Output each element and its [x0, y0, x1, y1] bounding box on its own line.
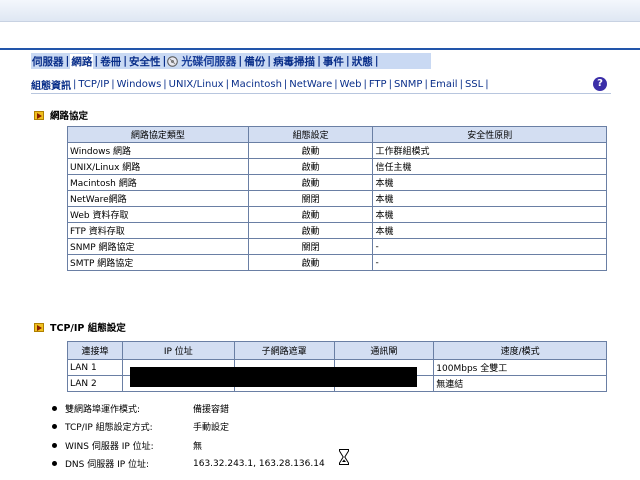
- protocol-config: 關閉: [247, 190, 374, 207]
- redacted-network-values: [130, 367, 417, 387]
- protocol-name: Windows 網路: [67, 142, 249, 159]
- column-header: 速度/模式: [433, 341, 607, 360]
- table-row: UNIX/Linux 網路 啟動 信任主機: [67, 158, 607, 175]
- column-header: 安全性原則: [372, 126, 607, 143]
- tab-virus-scan[interactable]: 病毒掃描: [272, 54, 316, 69]
- speed-mode: 100Mbps 全雙工: [433, 359, 607, 376]
- list-item: DNS 伺服器 IP 位址: 163.32.243.1, 163.28.136.1…: [52, 455, 325, 474]
- detail-label: WINS 伺服器 IP 位址:: [65, 441, 154, 452]
- subtab-macintosh[interactable]: Macintosh: [231, 79, 282, 90]
- tab-server[interactable]: 伺服器: [31, 54, 65, 69]
- header-divider: [0, 48, 640, 50]
- subtab-config-info[interactable]: 組態資訊: [31, 77, 71, 92]
- protocol-config: 啟動: [247, 174, 374, 191]
- table-header-row: 網路協定類型 組態設定 安全性原則: [67, 126, 607, 143]
- table-header-row: 連接埠 IP 位址 子網路遮罩 通訊閘 速度/模式: [67, 341, 607, 360]
- protocol-security: 工作群組模式: [372, 142, 607, 159]
- detail-value: 手動設定: [193, 423, 230, 434]
- arrow-bullet-icon: [34, 322, 44, 332]
- subtab-ftp[interactable]: FTP: [369, 79, 387, 90]
- tcpip-section-title: TCP/IP 組態設定: [50, 323, 126, 334]
- protocol-name: NetWare網路: [67, 190, 249, 207]
- protocol-security: 本機: [372, 222, 607, 239]
- browser-toolbar-band: [0, 0, 640, 22]
- protocol-security: -: [372, 254, 607, 271]
- protocol-config: 啟動: [247, 158, 374, 175]
- protocol-security: 本機: [372, 206, 607, 223]
- protocols-section-title: 網路協定: [50, 111, 89, 122]
- protocol-config: 啟動: [247, 206, 374, 223]
- tab-status[interactable]: 狀態: [351, 54, 374, 69]
- table-row: FTP 資料存取 啟動 本機: [67, 222, 607, 239]
- tab-disc-server[interactable]: 光碟伺服器: [180, 53, 237, 69]
- port-name: LAN 2: [67, 375, 123, 392]
- detail-label: DNS 伺服器 IP 位址:: [65, 460, 150, 471]
- protocol-name: FTP 資料存取: [67, 222, 249, 239]
- column-header: 網路協定類型: [67, 126, 249, 143]
- subtab-snmp[interactable]: SNMP: [394, 79, 423, 90]
- protocol-security: -: [372, 238, 607, 255]
- protocols-table: 網路協定類型 組態設定 安全性原則 Windows 網路 啟動 工作群組模式 U…: [67, 126, 607, 271]
- subtab-ssl[interactable]: SSL: [465, 79, 483, 90]
- subtab-windows[interactable]: Windows: [117, 79, 162, 90]
- detail-label: 雙網路埠運作模式:: [65, 404, 141, 415]
- protocol-config: 啟動: [247, 254, 374, 271]
- column-header: 連接埠: [67, 341, 123, 360]
- protocol-config: 啟動: [247, 142, 374, 159]
- column-header: 組態設定: [247, 126, 374, 143]
- protocol-config: 關閉: [247, 238, 374, 255]
- list-item: 雙網路埠運作模式: 備援容錯: [52, 399, 325, 418]
- detail-value: 無: [193, 441, 203, 452]
- subtab-netware[interactable]: NetWare: [289, 79, 332, 90]
- sub-tab-bar: 組態資訊 | TCP/IP | Windows | UNIX/Linux | Macin…: [31, 77, 489, 92]
- table-row: Macintosh 網路 啟動 本機: [67, 174, 607, 191]
- protocols-section-heading: 網路協定: [34, 108, 88, 122]
- list-item: TCP/IP 組態設定方式: 手動設定: [52, 418, 325, 437]
- tab-volume[interactable]: 卷冊: [99, 54, 122, 69]
- subtab-tcpip[interactable]: TCP/IP: [78, 79, 109, 90]
- tab-security[interactable]: 安全性: [128, 54, 162, 69]
- protocol-name: SMTP 網路協定: [67, 254, 249, 271]
- main-tab-bar: 伺服器 | 網路 | 卷冊 | 安全性 | 光碟伺服器 | 備份 | 病毒掃描 | 事件 | 狀…: [31, 53, 431, 69]
- table-row: SMTP 網路協定 啟動 -: [67, 254, 607, 271]
- protocol-security: 信任主機: [372, 158, 607, 175]
- protocol-name: SNMP 網路協定: [67, 238, 249, 255]
- detail-label: TCP/IP 組態設定方式:: [65, 423, 153, 434]
- hourglass-cursor-icon: [339, 449, 349, 465]
- protocol-config: 啟動: [247, 222, 374, 239]
- arrow-bullet-icon: [34, 110, 44, 120]
- table-row: Web 資料存取 啟動 本機: [67, 206, 607, 223]
- column-header: 子網路遮罩: [233, 341, 335, 360]
- detail-value: 163.32.243.1, 163.28.136.14: [193, 458, 325, 469]
- list-item: WINS 伺服器 IP 位址: 無: [52, 436, 325, 455]
- protocol-security: 本機: [372, 190, 607, 207]
- tab-events[interactable]: 事件: [322, 54, 345, 69]
- tab-backup[interactable]: 備份: [243, 54, 266, 69]
- column-header: IP 位址: [121, 341, 235, 360]
- protocol-name: Web 資料存取: [67, 206, 249, 223]
- table-row: NetWare網路 關閉 本機: [67, 190, 607, 207]
- table-row: Windows 網路 啟動 工作群組模式: [67, 142, 607, 159]
- protocol-name: UNIX/Linux 網路: [67, 158, 249, 175]
- table-row: SNMP 網路協定 關閉 -: [67, 238, 607, 255]
- subtab-unix-linux[interactable]: UNIX/Linux: [169, 79, 224, 90]
- subtab-web[interactable]: Web: [340, 79, 362, 90]
- subtab-email[interactable]: Email: [430, 79, 458, 90]
- disc-server-icon: [167, 55, 179, 67]
- tcpip-details-list: 雙網路埠運作模式: 備援容錯 TCP/IP 組態設定方式: 手動設定 WINS 伺服…: [52, 399, 325, 473]
- column-header: 通訊閘: [333, 341, 435, 360]
- tcpip-section-heading: TCP/IP 組態設定: [34, 320, 126, 334]
- detail-value: 備援容錯: [193, 404, 230, 415]
- subtab-divider: [31, 93, 611, 94]
- help-icon[interactable]: ?: [593, 77, 607, 91]
- protocol-name: Macintosh 網路: [67, 174, 249, 191]
- port-name: LAN 1: [67, 359, 123, 376]
- speed-mode: 無連結: [433, 375, 607, 392]
- protocol-security: 本機: [372, 174, 607, 191]
- tab-network[interactable]: 網路: [70, 53, 94, 69]
